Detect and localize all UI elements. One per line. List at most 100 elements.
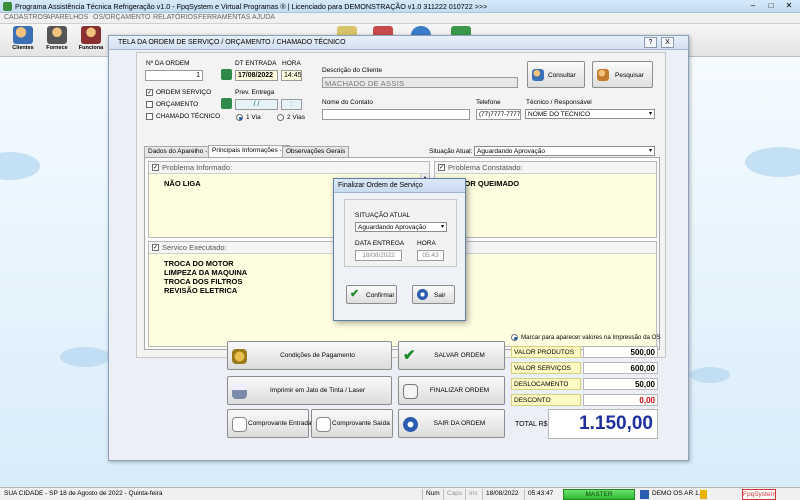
- servico-line: TROCA DOS FILTROS: [164, 277, 243, 286]
- radio-1-via[interactable]: [236, 114, 243, 121]
- exit-arrow-icon: [403, 417, 418, 432]
- telefone-field[interactable]: (77)7777-7777: [476, 109, 521, 120]
- tecnico-select[interactable]: NOME DO TECNICO ▾: [525, 109, 655, 119]
- clients-icon: [13, 26, 33, 44]
- confirmar-button[interactable]: ✔ Confirmar: [346, 285, 397, 304]
- app-titlebar: Programa Assistência Técnica Refrigeraçã…: [0, 0, 800, 13]
- consultar-label: Consultar: [548, 72, 576, 79]
- sair-ordem-button[interactable]: SAIR DA ORDEM: [398, 409, 505, 438]
- prev-hora-field[interactable]: :: [281, 99, 302, 110]
- close-window-button[interactable]: X: [661, 37, 674, 48]
- servico-executado-checkbox[interactable]: ✓: [152, 244, 159, 251]
- calendar-icon[interactable]: [221, 98, 232, 109]
- dialog-title: Finalizar Ordem de Serviço: [338, 182, 423, 189]
- menu-ferramentas[interactable]: FERRAMENTAS: [198, 14, 250, 21]
- finalizar-label: FINALIZAR ORDEM: [429, 387, 490, 394]
- salvar-label: SALVAR ORDEM: [434, 352, 485, 359]
- status-caps: Caps: [447, 490, 463, 497]
- chevron-down-icon: ▾: [648, 111, 652, 117]
- dlg-hora-field[interactable]: 05:43: [417, 250, 444, 261]
- comprovante-entrada-button[interactable]: Comprovante Entrada: [227, 409, 312, 438]
- marcar-valores-radio[interactable]: [511, 334, 518, 341]
- radio-1-via-label: 1 Via: [246, 114, 261, 121]
- problema-constatado-title: Problema Constatado:: [448, 163, 523, 172]
- telefone-label: Telefone: [476, 99, 501, 106]
- valor-servicos-label: VALOR SERVIÇOS: [511, 362, 581, 374]
- calendar-icon[interactable]: [221, 69, 232, 80]
- tab-observacoes-gerais[interactable]: Observações Gerais: [282, 146, 350, 157]
- ordem-label: Nº DA ORDEM: [146, 60, 190, 67]
- radio-2-vias[interactable]: [277, 114, 284, 121]
- hora-field[interactable]: 14:45: [281, 70, 302, 81]
- hora-label: HORA: [282, 60, 301, 67]
- maximize-button[interactable]: □: [762, 0, 780, 12]
- dlg-data-entrega-field[interactable]: 18/08/2022: [355, 250, 402, 261]
- pesquisar-button[interactable]: Pesquisar: [592, 61, 653, 88]
- problema-constatado-header: ✓ Problema Constatado:: [435, 162, 656, 174]
- menu-cadastros[interactable]: CADASTROS: [4, 14, 48, 21]
- toolbar-clientes-label: Clientes: [12, 45, 34, 51]
- dt-entrada-field[interactable]: 17/08/2022: [235, 70, 278, 81]
- menu-aparelhos[interactable]: APARELHOS: [46, 14, 88, 21]
- desconto-value[interactable]: 0,00: [583, 394, 658, 406]
- menu-ajuda[interactable]: AJUDA: [252, 14, 275, 21]
- help-button[interactable]: ?: [644, 37, 657, 48]
- toolbar-funciona-button[interactable]: Funciona: [74, 26, 108, 56]
- demo-icon: [640, 490, 649, 499]
- window-title: TELA DA ORDEM DE SERVIÇO / ORÇAMENTO / C…: [118, 39, 346, 46]
- minimize-button[interactable]: –: [744, 0, 762, 12]
- toolbar-fornece-button[interactable]: Fornece: [40, 26, 74, 56]
- problema-constatado-box[interactable]: ✓ Problema Constatado: MOTOR QUEIMADO: [434, 161, 657, 238]
- contato-field[interactable]: [322, 109, 470, 120]
- status-separator: [524, 489, 525, 500]
- problema-informado-checkbox[interactable]: ✓: [152, 164, 159, 171]
- desconto-label: DESCONTO: [511, 394, 581, 406]
- imprimir-label: Imprimir em Jato de Tinta / Laser: [269, 387, 365, 394]
- checkmark-icon: ✔: [403, 347, 416, 364]
- dialog-sair-button[interactable]: Sair: [412, 285, 455, 304]
- dialog-group: SITUAÇÃO ATUAL Aguardando Aprovação ▾ DAT…: [344, 199, 457, 267]
- status-separator: [465, 489, 466, 500]
- desc-cliente-field[interactable]: MACHADO DE ASSIS: [322, 77, 518, 88]
- status-num: Num: [426, 490, 440, 497]
- total-value: 1.150,00: [548, 409, 658, 439]
- dlg-situacao-select[interactable]: Aguardando Aprovação ▾: [355, 222, 447, 232]
- valor-servicos-value[interactable]: 600,00: [583, 362, 658, 374]
- menu-relatorios[interactable]: RELATÓRIOS: [153, 14, 198, 21]
- prev-entrega-field[interactable]: / /: [235, 99, 278, 110]
- valor-produtos-value[interactable]: 500,00: [583, 346, 658, 358]
- valor-produtos-label: VALOR PRODUTOS: [511, 346, 581, 358]
- finalizar-ordem-button[interactable]: FINALIZAR ORDEM: [398, 376, 505, 405]
- imprimir-button[interactable]: Imprimir em Jato de Tinta / Laser: [227, 376, 392, 405]
- receipt-icon: [232, 417, 247, 432]
- status-separator: [443, 489, 444, 500]
- orcamento-checkbox[interactable]: [146, 101, 153, 108]
- total-label: TOTAL R$: [515, 421, 548, 428]
- ordem-number-field[interactable]: 1: [145, 70, 203, 81]
- problema-informado-title: Problema Informado:: [162, 163, 233, 172]
- pesquisar-label: Pesquisar: [615, 72, 644, 79]
- consultar-button[interactable]: Consultar: [527, 61, 585, 88]
- problema-informado-header: ✓ Problema Informado:: [149, 162, 429, 174]
- contato-label: Nome do Contato: [322, 99, 373, 106]
- salvar-ordem-button[interactable]: ✔ SALVAR ORDEM: [398, 341, 505, 370]
- situacao-select[interactable]: Aguardando Aprovação ▾: [474, 146, 655, 156]
- condicoes-pagamento-button[interactable]: Condições de Pagamento: [227, 341, 392, 370]
- comprovante-saida-button[interactable]: Comprovante Saída: [311, 409, 393, 438]
- ordem-servico-checkbox[interactable]: ✓: [146, 89, 153, 96]
- client-search-icon: [532, 69, 544, 81]
- close-app-button[interactable]: ✕: [780, 0, 798, 12]
- cloud-decoration: [745, 147, 800, 177]
- tab-dados-aparelho[interactable]: Dados do Aparelho ->: [144, 146, 216, 157]
- window-header: TELA DA ORDEM DE SERVIÇO / ORÇAMENTO / C…: [109, 36, 688, 50]
- deslocamento-label: DESLOCAMENTO: [511, 378, 581, 390]
- chamado-checkbox[interactable]: [146, 113, 153, 120]
- situacao-value: Aguardando Aprovação: [477, 148, 545, 155]
- deslocamento-value[interactable]: 50,00: [583, 378, 658, 390]
- tab-principais-informacoes[interactable]: Principais Informações ->: [208, 145, 290, 157]
- menu-os-orcamento[interactable]: OS/ORÇAMENTO: [93, 14, 150, 21]
- problema-constatado-checkbox[interactable]: ✓: [438, 164, 445, 171]
- chevron-down-icon: ▾: [440, 224, 444, 230]
- problema-informado-text: NÃO LIGA: [164, 179, 201, 188]
- toolbar-clientes-button[interactable]: Clientes: [6, 26, 40, 56]
